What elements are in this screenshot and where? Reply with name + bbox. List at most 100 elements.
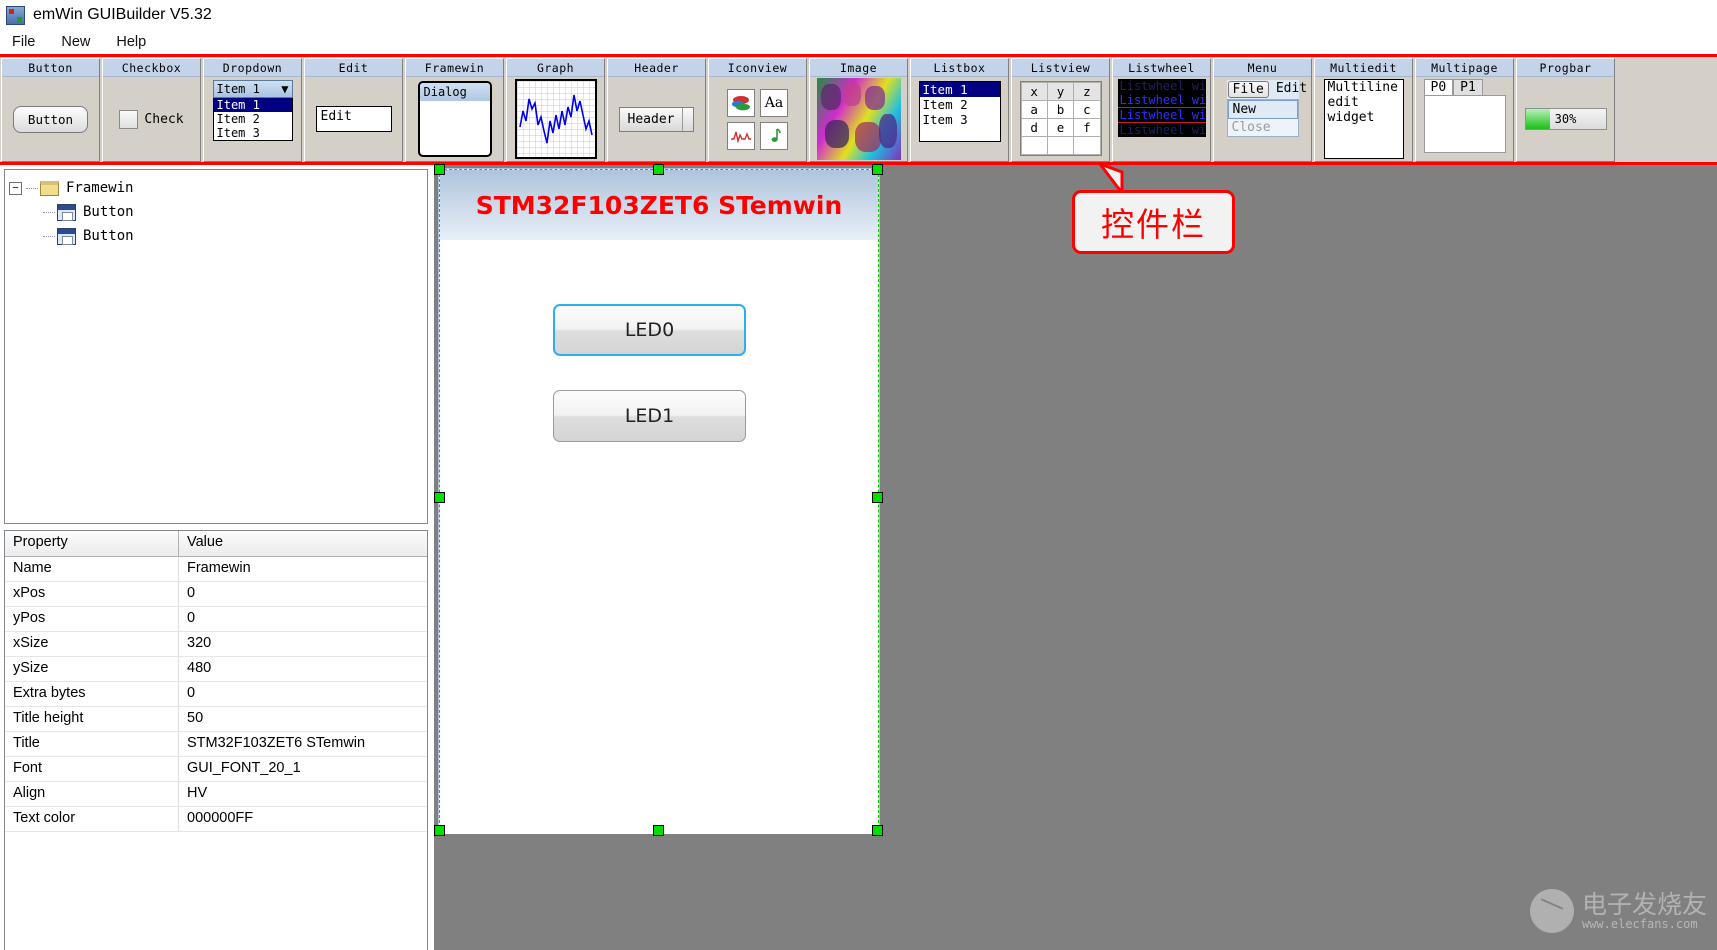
property-value[interactable]: 50	[179, 707, 427, 731]
palette-item-dropdown[interactable]: Dropdown Item 1 ▼ Item 1 Item 2 Item 3	[203, 58, 302, 162]
palette-item-graph[interactable]: Graph	[506, 58, 605, 162]
books-icon	[727, 88, 755, 117]
palette-item-framewin[interactable]: Framewin Dialog	[405, 58, 504, 162]
watermark: 电子发烧友 www.elecfans.com	[1529, 889, 1707, 933]
tree-node-button-0[interactable]: Button	[9, 200, 423, 224]
property-value[interactable]: HV	[179, 782, 427, 806]
property-row-ysize[interactable]: ySize 480	[5, 657, 427, 682]
listwheel-item-2: Listwheel wi	[1117, 108, 1206, 123]
preview-check-label: Check	[144, 111, 184, 127]
property-value[interactable]: GUI_FONT_20_1	[179, 757, 427, 781]
property-row-title-height[interactable]: Title height 50	[5, 707, 427, 732]
listview-row: d e f	[1020, 118, 1101, 137]
property-key: Name	[5, 557, 179, 581]
palette-preview-dropdown: Item 1 ▼ Item 1 Item 2 Item 3	[204, 77, 301, 161]
design-button-led0[interactable]: LED0	[553, 304, 746, 356]
property-row-font[interactable]: Font GUI_FONT_20_1	[5, 757, 427, 782]
property-value[interactable]: 000000FF	[179, 807, 427, 831]
property-value[interactable]: Framewin	[179, 557, 427, 581]
folder-icon	[40, 180, 59, 196]
palette-item-multiedit[interactable]: Multiedit Multiline edit widget	[1314, 58, 1413, 162]
palette-item-listbox[interactable]: Listbox Item 1 Item 2 Item 3	[910, 58, 1009, 162]
multipage-tab-p0: P0	[1423, 79, 1454, 95]
palette-preview-listbox: Item 1 Item 2 Item 3	[911, 77, 1008, 161]
palette-item-image[interactable]: Image	[809, 58, 908, 162]
property-row-xsize[interactable]: xSize 320	[5, 632, 427, 657]
watermark-name: 电子发烧友	[1581, 889, 1707, 919]
palette-item-header[interactable]: Header Header	[607, 58, 706, 162]
property-row-title[interactable]: Title STM32F103ZET6 STemwin	[5, 732, 427, 757]
property-row-text-color[interactable]: Text color 000000FF	[5, 807, 427, 832]
property-key: Font	[5, 757, 179, 781]
menu-item-new[interactable]: New	[59, 33, 92, 51]
checkbox-box-icon	[119, 109, 139, 129]
design-button-led1[interactable]: LED1	[553, 390, 746, 442]
palette-item-listview[interactable]: Listview x y z a b c d e f	[1011, 58, 1110, 162]
palette-item-progbar[interactable]: Progbar 30%	[1516, 58, 1615, 162]
property-value[interactable]: 480	[179, 657, 427, 681]
tree-connector	[43, 235, 55, 237]
selection-handle-middle-right[interactable]	[872, 492, 883, 503]
design-framewin[interactable]: STM32F103ZET6 STemwin LED0 LED1	[438, 168, 880, 834]
selection-handle-top-center[interactable]	[653, 164, 664, 175]
design-framewin-client[interactable]: LED0 LED1	[440, 240, 878, 834]
property-row-name[interactable]: Name Framewin	[5, 557, 427, 582]
selection-handle-top-left[interactable]	[434, 164, 445, 175]
selection-handle-top-right[interactable]	[872, 164, 883, 175]
widget-tree-panel[interactable]: − Framewin Button Button	[4, 169, 428, 524]
selection-handle-bottom-center[interactable]	[653, 825, 664, 836]
property-value[interactable]: 0	[179, 582, 427, 606]
palette-preview-button: Button	[2, 77, 99, 161]
tree-expander-icon[interactable]: −	[9, 181, 22, 195]
palette-preview-image	[810, 77, 907, 161]
tree-node-button-1[interactable]: Button	[9, 224, 423, 248]
palette-preview-header: Header	[608, 77, 705, 161]
design-canvas-area[interactable]: STM32F103ZET6 STemwin LED0 LED1	[434, 164, 1717, 950]
listview-col-y: y	[1046, 82, 1075, 101]
widget-icon	[57, 203, 76, 221]
property-row-extra-bytes[interactable]: Extra bytes 0	[5, 682, 427, 707]
property-value[interactable]: 0	[179, 682, 427, 706]
listview-col-x: x	[1020, 82, 1048, 101]
palette-title-multiedit: Multiedit	[1315, 59, 1412, 77]
palette-item-multipage[interactable]: Multipage P0 P1	[1415, 58, 1514, 162]
selection-handle-bottom-left[interactable]	[434, 825, 445, 836]
property-row-xpos[interactable]: xPos 0	[5, 582, 427, 607]
property-row-align[interactable]: Align HV	[5, 782, 427, 807]
property-grid[interactable]: Property Value Name Framewin xPos 0 yPos…	[4, 530, 428, 950]
tree-node-framewin[interactable]: − Framewin	[9, 176, 423, 200]
design-framewin-title: STM32F103ZET6 STemwin	[440, 170, 878, 240]
tree-label-button: Button	[83, 228, 134, 244]
listview-cell: c	[1073, 100, 1101, 119]
palette-title-edit: Edit	[305, 59, 402, 77]
palette-title-multipage: Multipage	[1416, 59, 1513, 77]
app-logo-icon	[6, 5, 25, 25]
property-key: xPos	[5, 582, 179, 606]
header-resize-grip	[683, 108, 693, 131]
multiedit-line-2: widget	[1327, 109, 1375, 125]
palette-item-listwheel[interactable]: Listwheel Listwheel wi Listwheel wi List…	[1112, 58, 1211, 162]
annotation-callout: 控件栏	[1072, 190, 1235, 254]
property-value[interactable]: 320	[179, 632, 427, 656]
selection-handle-bottom-right[interactable]	[872, 825, 883, 836]
palette-title-button: Button	[2, 59, 99, 77]
listbox-item-0: Item 1	[919, 82, 1000, 97]
property-column-header: Property	[5, 531, 179, 556]
palette-title-image: Image	[810, 59, 907, 77]
multiedit-line-0: Multiline	[1327, 80, 1398, 95]
widget-icon	[57, 227, 76, 245]
palette-item-checkbox[interactable]: Checkbox Check	[102, 58, 201, 162]
menu-item-file[interactable]: File	[10, 33, 37, 51]
listview-row: a b c	[1020, 100, 1101, 119]
property-value[interactable]: STM32F103ZET6 STemwin	[179, 732, 427, 756]
palette-item-edit[interactable]: Edit Edit	[304, 58, 403, 162]
menu-item-help[interactable]: Help	[114, 33, 148, 51]
property-value[interactable]: 0	[179, 607, 427, 631]
multipage-pane	[1423, 95, 1506, 153]
selection-handle-middle-left[interactable]	[434, 492, 445, 503]
palette-item-menu[interactable]: Menu File Edit New Close	[1213, 58, 1312, 162]
palette-item-button[interactable]: Button Button	[1, 58, 100, 162]
palette-item-iconview[interactable]: Iconview Aa	[708, 58, 807, 162]
listview-cell: d	[1020, 118, 1048, 137]
property-row-ypos[interactable]: yPos 0	[5, 607, 427, 632]
